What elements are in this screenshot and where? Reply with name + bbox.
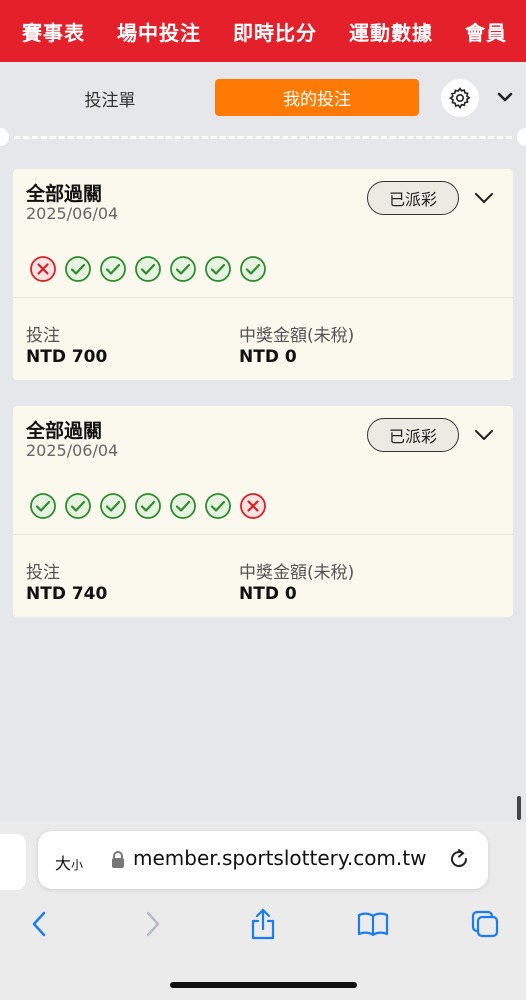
winnings-label: 中獎金額(未稅) — [239, 326, 355, 346]
winnings-value: NTD 0 — [239, 584, 297, 604]
previous-tab-preview[interactable] — [0, 834, 26, 890]
bet-date: 2025/06/04 — [26, 441, 119, 460]
tabs-button[interactable] — [468, 907, 502, 941]
nav-tab-sports-data[interactable]: 運動數據 — [333, 17, 449, 46]
check-circle-icon — [65, 256, 91, 282]
nav-tab-live-betting[interactable]: 場中投注 — [101, 17, 217, 46]
nav-tab-member[interactable]: 會員 — [449, 17, 523, 46]
cross-circle-icon — [240, 493, 266, 519]
bet-date: 2025/06/04 — [26, 204, 119, 223]
check-circle-icon — [135, 493, 161, 519]
tab-betslip[interactable]: 投注單 — [30, 80, 190, 116]
chevron-down-icon — [497, 92, 513, 102]
forward-button[interactable] — [136, 907, 170, 941]
check-circle-icon — [65, 493, 91, 519]
ticket-divider — [14, 136, 512, 139]
top-nav: 賽事表 場中投注 即時比分 運動數據 會員 — [0, 0, 526, 62]
bet-card[interactable]: 全部過關 2025/06/04 已派彩 投注 NTD 740 中獎金額(未稅) … — [13, 406, 513, 617]
url-text: member.sportslottery.com.tw — [133, 846, 427, 870]
check-circle-icon — [135, 256, 161, 282]
bet-type-title: 全部過關 — [26, 420, 103, 442]
tabs-icon — [471, 910, 499, 938]
gear-icon — [449, 87, 471, 110]
check-circle-icon — [170, 256, 196, 282]
leg-results — [29, 255, 274, 283]
back-icon — [32, 911, 46, 937]
expand-bet-button[interactable] — [473, 187, 495, 209]
ticket-notch-right — [517, 128, 526, 146]
text-size-big: 大 — [55, 854, 72, 873]
nav-tab-live-scores[interactable]: 即時比分 — [217, 17, 333, 46]
bet-type-title: 全部過關 — [26, 183, 103, 205]
stake-label: 投注 — [26, 326, 60, 346]
bookmarks-icon — [357, 912, 389, 937]
winnings-value: NTD 0 — [239, 347, 297, 367]
chevron-down-icon — [475, 193, 493, 203]
check-circle-icon — [30, 493, 56, 519]
tab-my-bets[interactable]: 我的投注 — [215, 79, 419, 116]
back-button[interactable] — [22, 907, 56, 941]
status-badge: 已派彩 — [367, 418, 459, 452]
stake-label: 投注 — [26, 563, 60, 583]
expand-bet-button[interactable] — [473, 424, 495, 446]
chevron-down-icon — [475, 430, 493, 440]
collapse-panel-button[interactable] — [494, 86, 516, 108]
check-circle-icon — [100, 493, 126, 519]
home-indicator — [170, 982, 357, 988]
check-circle-icon — [240, 256, 266, 282]
text-size-small: 小 — [71, 858, 84, 872]
reload-icon[interactable] — [446, 846, 472, 872]
bet-card[interactable]: 全部過關 2025/06/04 已派彩 投注 NTD 700 中獎金額(未稅) … — [13, 169, 513, 380]
nav-tab-schedule[interactable]: 賽事表 — [0, 17, 101, 46]
leg-results — [29, 492, 274, 520]
status-badge: 已派彩 — [367, 181, 459, 215]
check-circle-icon — [205, 493, 231, 519]
bet-panel-header: 投注單 我的投注 — [0, 68, 526, 138]
bookmarks-button[interactable] — [356, 907, 390, 941]
stake-value: NTD 700 — [26, 347, 108, 367]
check-circle-icon — [100, 256, 126, 282]
cross-circle-icon — [30, 256, 56, 282]
share-button[interactable] — [246, 907, 280, 941]
share-icon — [251, 908, 275, 940]
check-circle-icon — [205, 256, 231, 282]
forward-icon — [146, 911, 160, 937]
scroll-indicator[interactable] — [517, 796, 521, 820]
text-size-button[interactable]: 大小 — [55, 850, 83, 874]
lock-icon — [112, 851, 124, 868]
check-circle-icon — [170, 493, 196, 519]
stake-value: NTD 740 — [26, 584, 108, 604]
address-bar[interactable]: 大小 member.sportslottery.com.tw — [38, 831, 488, 889]
card-divider — [13, 297, 513, 298]
settings-button[interactable] — [441, 79, 479, 117]
winnings-label: 中獎金額(未稅) — [239, 563, 355, 583]
card-divider — [13, 534, 513, 535]
